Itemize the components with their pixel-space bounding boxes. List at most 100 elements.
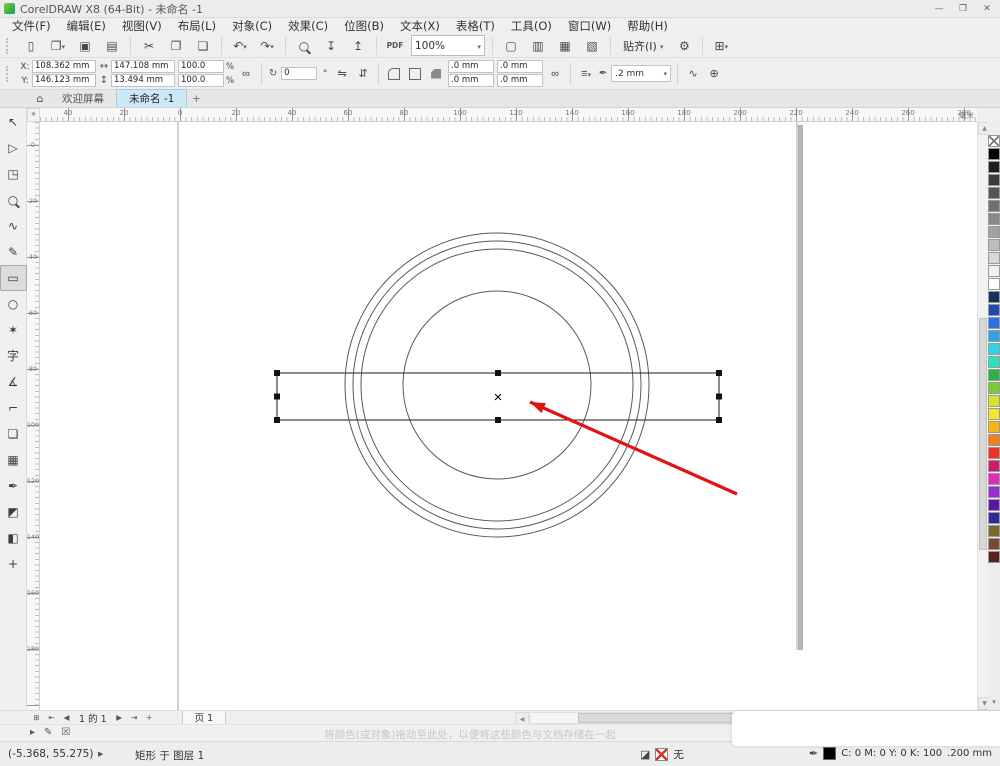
color-swatch[interactable] (988, 213, 1000, 225)
canvas-svg[interactable] (40, 122, 977, 710)
connector-tool[interactable]: ⌐ (0, 395, 27, 421)
color-swatch[interactable] (988, 343, 1000, 355)
selection-handle[interactable] (274, 370, 280, 376)
menu-help[interactable]: 帮助(H) (619, 18, 676, 34)
fullscreen-preview-button[interactable]: ▢ (498, 34, 524, 57)
export-button[interactable]: ↥ (345, 34, 371, 57)
menu-effects[interactable]: 效果(C) (280, 18, 336, 34)
no-color-icon[interactable]: ☒ (61, 727, 70, 738)
interactive-fill-tool[interactable]: ◩ (0, 499, 27, 525)
menu-file[interactable]: 文件(F) (4, 18, 59, 34)
page-navigator-button[interactable]: ⊞ (30, 712, 43, 724)
zoom-level-select[interactable]: 100% (411, 35, 485, 56)
options-button[interactable]: ⚙ (671, 34, 697, 57)
cut-button[interactable]: ✂ (136, 34, 162, 57)
chamfered-corner-button[interactable] (427, 64, 445, 84)
corner-radius-tr-input[interactable]: .0 mm (497, 60, 544, 73)
drop-shadow-tool[interactable]: ❏ (0, 421, 27, 447)
drawn-circle-2[interactable] (352, 240, 642, 530)
corner-radius-bl-input[interactable]: .0 mm (448, 74, 495, 87)
corner-radius-tl-input[interactable]: .0 mm (448, 60, 495, 73)
drawing-canvas[interactable] (40, 122, 977, 710)
color-swatch[interactable] (988, 148, 1000, 160)
quick-customize-button[interactable]: ⊕ (705, 64, 723, 84)
color-swatch[interactable] (988, 317, 1000, 329)
text-tool[interactable]: 字 (0, 343, 27, 369)
first-page-button[interactable]: ⇤ (45, 712, 58, 724)
tab-welcome-screen[interactable]: 欢迎屏幕 (50, 90, 116, 107)
previous-page-button[interactable]: ◀ (60, 712, 73, 724)
new-tab-button[interactable]: + (187, 90, 205, 107)
color-swatch[interactable] (988, 187, 1000, 199)
menu-tools[interactable]: 工具(O) (503, 18, 560, 34)
color-swatch[interactable] (988, 135, 1000, 147)
selection-handle[interactable] (274, 393, 280, 400)
new-document-button[interactable]: ▯ (18, 34, 44, 57)
show-guidelines-button[interactable]: ▧ (579, 34, 605, 57)
color-swatch[interactable] (988, 369, 1000, 381)
menu-edit[interactable]: 编辑(E) (59, 18, 114, 34)
minimize-icon[interactable]: — (928, 1, 950, 16)
lock-ratio-button[interactable]: ∞ (237, 61, 255, 87)
menu-layout[interactable]: 布局(L) (170, 18, 224, 34)
selection-handle[interactable] (716, 370, 722, 376)
propertybar-grip[interactable] (6, 65, 13, 82)
outline-color-swatch[interactable] (823, 747, 837, 760)
selection-handle[interactable] (274, 417, 280, 423)
convert-to-curves-button[interactable]: ∿ (684, 64, 702, 84)
mirror-horizontal-button[interactable]: ⇋ (333, 64, 351, 84)
outline-width-select[interactable]: .2 mm (611, 65, 672, 82)
horizontal-scroll-thumb[interactable] (578, 713, 738, 723)
horizontal-ruler[interactable]: 毫米 40 20 0 20 40 60 80 100 120 140 160 180 200 220 240… (40, 108, 977, 122)
color-swatch[interactable] (988, 239, 1000, 251)
vertical-scroll-track[interactable] (978, 133, 988, 699)
color-swatch[interactable] (988, 512, 1000, 524)
pick-tool[interactable]: ↖ (0, 109, 27, 135)
palette-scroll-down-button[interactable]: ▾ (992, 698, 996, 706)
color-swatch[interactable] (988, 460, 1000, 472)
color-swatch[interactable] (988, 278, 1000, 290)
selection-handle[interactable] (716, 417, 722, 423)
color-swatch[interactable] (988, 538, 1000, 550)
close-icon[interactable]: ✕ (976, 1, 998, 16)
color-swatch[interactable] (988, 200, 1000, 212)
crop-tool[interactable]: ◳ (0, 161, 27, 187)
color-swatch[interactable] (988, 525, 1000, 537)
search-content-button[interactable]: ○ (291, 34, 317, 57)
last-page-button[interactable]: ⇥ (128, 712, 141, 724)
color-swatch[interactable] (988, 408, 1000, 420)
page-indicator[interactable]: 1 的 1 (75, 711, 111, 725)
object-width-input[interactable]: 147.108 mm (111, 60, 175, 73)
object-y-input[interactable]: 146.123 mm (32, 74, 96, 87)
color-swatch[interactable] (988, 174, 1000, 186)
show-rulers-button[interactable]: ▥ (525, 34, 551, 57)
restore-icon[interactable]: ❐ (952, 1, 974, 16)
drawn-circle-1[interactable] (344, 232, 650, 538)
object-height-input[interactable]: 13.494 mm (111, 74, 175, 87)
redo-button[interactable]: ↷ (254, 34, 280, 57)
menu-object[interactable]: 对象(C) (224, 18, 280, 34)
color-swatch[interactable] (988, 330, 1000, 342)
ellipse-tool[interactable]: ○ (0, 291, 27, 317)
mirror-vertical-button[interactable]: ⇵ (354, 64, 372, 84)
color-swatch[interactable] (988, 161, 1000, 173)
save-button[interactable]: ▣ (72, 34, 98, 57)
menu-bitmaps[interactable]: 位图(B) (336, 18, 392, 34)
corner-radius-br-input[interactable]: .0 mm (497, 74, 544, 87)
undo-button[interactable]: ↶ (227, 34, 253, 57)
smart-fill-tool[interactable]: ◧ (0, 525, 27, 551)
show-grid-button[interactable]: ▦ (552, 34, 578, 57)
print-button[interactable]: ▤ (99, 34, 125, 57)
color-swatch[interactable] (988, 486, 1000, 498)
selection-handle[interactable] (495, 417, 501, 423)
scale-x-input[interactable]: 100.0 (178, 60, 224, 73)
drawn-circle-3[interactable] (360, 248, 634, 522)
page-1-tab[interactable]: 页 1 (181, 710, 227, 725)
color-swatch[interactable] (988, 421, 1000, 433)
color-swatch[interactable] (988, 265, 1000, 277)
import-button[interactable]: ↧ (318, 34, 344, 57)
selection-handle[interactable] (716, 393, 722, 400)
statusbar-expand-button[interactable]: ▶ (92, 749, 109, 759)
publish-pdf-button[interactable]: PDF (382, 34, 408, 57)
pencil-icon[interactable]: ✎ (44, 727, 52, 738)
